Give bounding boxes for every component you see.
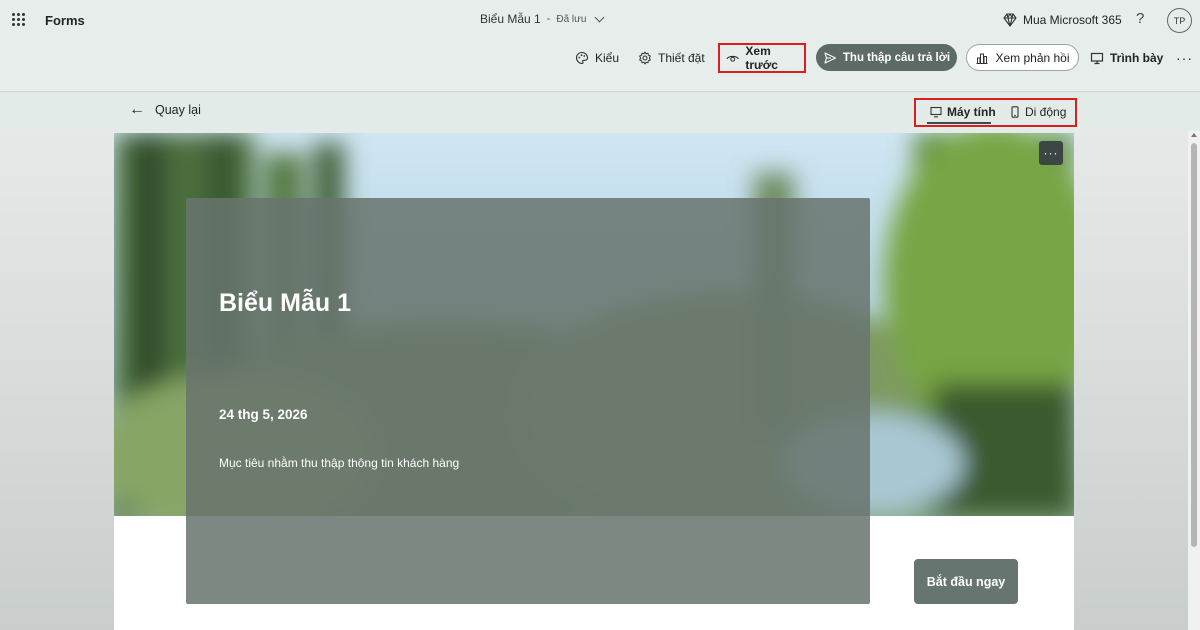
desktop-view-tab[interactable]: Máy tính bbox=[930, 105, 996, 119]
mobile-view-tab[interactable]: Di động bbox=[1010, 105, 1066, 119]
app-bar: Forms Biểu Mẫu 1 - Đã lưu Mua Microsoft … bbox=[0, 0, 1200, 92]
title-overlay-panel: Biểu Mẫu 1 24 thg 5, 2026 Mục tiêu nhằm … bbox=[186, 198, 870, 604]
chevron-down-icon bbox=[594, 12, 605, 22]
device-toggle-group: Máy tính Di động bbox=[914, 98, 1077, 127]
preview-button[interactable]: Xem trước bbox=[718, 43, 806, 73]
app-name[interactable]: Forms bbox=[45, 13, 85, 28]
form-description: Mục tiêu nhằm thu thập thông tin khách h… bbox=[219, 456, 460, 470]
preview-label: Xem trước bbox=[745, 44, 778, 72]
back-button[interactable]: ← Quay lại bbox=[129, 101, 201, 118]
chart-icon bbox=[976, 53, 988, 64]
back-label: Quay lại bbox=[155, 103, 201, 117]
avatar[interactable]: TP bbox=[1167, 8, 1192, 33]
style-label: Kiểu bbox=[595, 51, 620, 65]
send-icon bbox=[824, 51, 836, 64]
hero-more-button[interactable]: ··· bbox=[1039, 141, 1063, 165]
monitor-icon bbox=[1090, 52, 1104, 65]
help-icon[interactable]: ? bbox=[1136, 10, 1144, 27]
form-title: Biểu Mẫu 1 bbox=[219, 289, 351, 317]
settings-button[interactable]: Thiết đặt bbox=[638, 44, 705, 72]
mobile-label: Di động bbox=[1025, 105, 1067, 119]
collect-responses-button[interactable]: Thu thập câu trả lời bbox=[816, 44, 957, 71]
diamond-icon bbox=[1003, 13, 1017, 27]
document-title: Biểu Mẫu 1 bbox=[480, 12, 541, 26]
desktop-label: Máy tính bbox=[947, 105, 996, 119]
scroll-up-arrow-icon[interactable] bbox=[1191, 133, 1197, 137]
palette-icon bbox=[575, 51, 589, 65]
selected-tab-indicator bbox=[927, 122, 991, 124]
form-preview-card: ··· Biểu Mẫu 1 24 thg 5, 2026 Mục tiêu n… bbox=[114, 133, 1074, 630]
desktop-icon bbox=[930, 106, 942, 118]
style-button[interactable]: Kiểu bbox=[575, 44, 619, 72]
title-separator: - bbox=[546, 13, 551, 25]
settings-label: Thiết đặt bbox=[658, 51, 705, 65]
view-responses-button[interactable]: Xem phản hồi bbox=[966, 44, 1079, 71]
buy-microsoft-365-link[interactable]: Mua Microsoft 365 bbox=[1002, 12, 1122, 28]
gear-icon bbox=[639, 51, 651, 65]
mobile-icon bbox=[1011, 106, 1019, 118]
eye-icon bbox=[726, 55, 739, 62]
form-date: 24 thg 5, 2026 bbox=[219, 407, 308, 422]
scroll-thumb[interactable] bbox=[1191, 143, 1197, 547]
present-button[interactable]: Trình bày bbox=[1090, 44, 1163, 72]
collect-label: Thu thập câu trả lời bbox=[842, 51, 951, 64]
start-now-button[interactable]: Bắt đầu ngay bbox=[914, 559, 1018, 604]
buy-label: Mua Microsoft 365 bbox=[1023, 13, 1122, 27]
arrow-left-icon: ← bbox=[129, 101, 145, 118]
preview-subbar: ← Quay lại Máy tính Di động bbox=[0, 93, 1200, 131]
more-options-button[interactable]: ··· bbox=[1176, 44, 1193, 72]
present-label: Trình bày bbox=[1110, 51, 1164, 65]
document-title-menu[interactable]: Biểu Mẫu 1 - Đã lưu bbox=[480, 12, 605, 26]
save-status: Đã lưu bbox=[556, 13, 587, 25]
app-launcher-icon[interactable] bbox=[12, 13, 26, 27]
vertical-scrollbar[interactable] bbox=[1188, 131, 1200, 630]
responses-label: Xem phản hồi bbox=[995, 50, 1070, 65]
